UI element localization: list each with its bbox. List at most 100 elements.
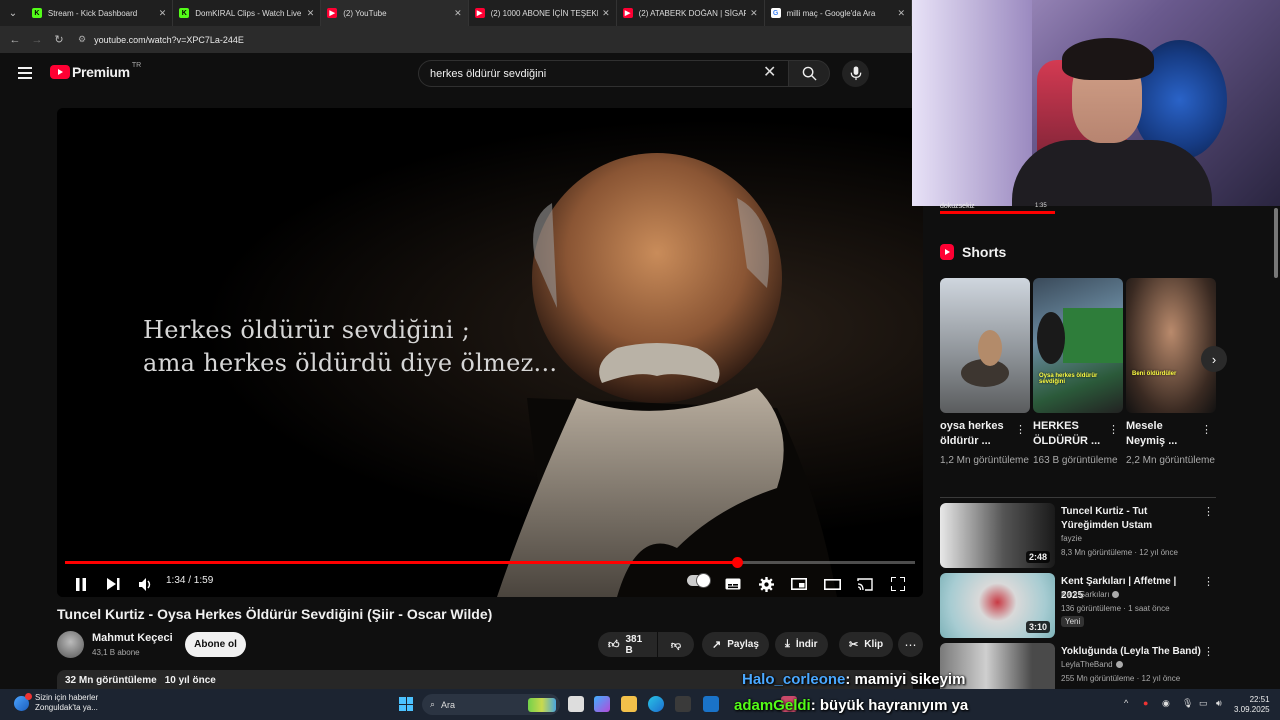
tab-search-menu-icon[interactable]: ⌄ (0, 0, 26, 26)
back-icon[interactable]: ← (4, 34, 26, 46)
chat-text: : mamiyi sikeyim (845, 671, 966, 688)
taskbar-search[interactable]: ⌕ Ara (422, 694, 560, 715)
outlook-icon[interactable] (703, 696, 719, 712)
volume-tray-icon[interactable]: 🔊︎ (1216, 698, 1222, 709)
close-icon[interactable]: ✕ (307, 8, 315, 19)
section-divider (940, 497, 1216, 498)
browser-tab[interactable]: ▶ (2) 1000 ABONE İÇİN TEŞEKKÜ ✕ (469, 0, 617, 26)
short-views: 2,2 Mn görüntüleme (1126, 455, 1215, 466)
theater-mode-button[interactable] (822, 572, 842, 596)
next-button[interactable] (103, 572, 123, 596)
more-vertical-icon[interactable]: ⋮ (1015, 423, 1026, 436)
close-icon[interactable]: ✕ (159, 8, 167, 19)
pause-button[interactable] (71, 572, 91, 596)
chat-text: : büyük hayranıyım ya (810, 697, 969, 714)
browser-tab[interactable]: Gmilli maç - Google'da Ara ✕ (765, 0, 912, 26)
volume-button[interactable] (135, 572, 157, 596)
quote-line-1: Herkes öldürür sevdiğini ; (143, 316, 471, 344)
autoplay-toggle[interactable] (687, 574, 710, 587)
channel-name[interactable]: Mahmut Keçeci (92, 632, 173, 644)
shorts-next-button[interactable]: › (1201, 346, 1227, 372)
network-icon[interactable]: ▭ (1199, 698, 1208, 709)
more-horizontal-icon: ⋯ (904, 637, 917, 652)
url-text: youtube.com/watch?v=XPC7La-244E (94, 34, 244, 45)
close-icon[interactable]: ✕ (897, 8, 905, 19)
settings-button[interactable] (756, 572, 776, 596)
thumbs-down-icon: 👎︎ (670, 639, 682, 651)
browser-tab-active[interactable]: ▶ (2) YouTube ✕ (321, 0, 469, 26)
google-icon: G (770, 8, 781, 18)
short-card[interactable]: oysa herkes öldürür ... 1,2 Mn görüntüle… (940, 278, 1030, 468)
like-button[interactable]: 👍︎ 381 B (598, 632, 657, 657)
fullscreen-button[interactable] (888, 572, 908, 596)
task-view-icon[interactable] (568, 696, 584, 712)
news-line-1: Sizin için haberler (35, 693, 99, 702)
kick-icon: K (179, 8, 190, 18)
subtitles-button[interactable] (723, 572, 743, 596)
browser-tab[interactable]: K DomKIRAL Clips - Watch Live o ✕ (173, 0, 322, 26)
more-vertical-icon[interactable]: ⋮ (1201, 423, 1212, 436)
close-icon[interactable]: ✕ (750, 8, 758, 19)
youtube-icon: ▶ (327, 8, 338, 18)
browser-tab[interactable]: K Stream - Kick Dashboard ✕ (26, 0, 174, 26)
forward-icon[interactable]: → (26, 34, 48, 46)
sidebar-scrollbar[interactable] (1272, 205, 1280, 280)
discord-tray-icon[interactable]: ◉ (1162, 698, 1170, 709)
reload-icon[interactable]: ↻ (48, 33, 70, 46)
related-strip-time: 1:35 (1035, 203, 1047, 209)
store-icon[interactable] (675, 696, 691, 712)
more-actions-button[interactable]: ⋯ (898, 632, 923, 657)
subscriber-count: 43,1 B abone (92, 648, 140, 657)
miniplayer-button[interactable] (789, 572, 809, 596)
tab-title: milli maç - Google'da Ara (786, 8, 876, 18)
related-video-strip[interactable]: dokuzsekiz 1:35 (940, 203, 1055, 215)
short-card[interactable]: Oysa herkes öldürür sevdiğini HERKES ÖLD… (1033, 278, 1123, 468)
site-info-icon[interactable]: ⚙ (78, 34, 86, 45)
recommended-video[interactable]: Yokluğunda (Leyla The Band) LeylaTheBand… (940, 643, 1216, 689)
start-button[interactable] (399, 697, 413, 711)
more-vertical-icon[interactable]: ⋮ (1108, 423, 1119, 436)
cast-button[interactable] (855, 572, 875, 596)
progress-bar[interactable] (65, 557, 915, 568)
channel-avatar[interactable] (57, 631, 84, 658)
download-label: İndir (795, 639, 818, 650)
subscribe-button[interactable]: Abone ol (185, 632, 246, 657)
tray-overflow-icon[interactable]: ^ (1124, 698, 1128, 708)
news-widget[interactable]: Sizin için haberler Zonguldak'ta ya... (14, 692, 99, 713)
file-explorer-icon[interactable] (621, 696, 637, 712)
youtube-logo[interactable]: Premium TR (50, 61, 142, 80)
voice-search-button[interactable] (842, 60, 869, 87)
logo-text: Premium (72, 64, 130, 80)
more-vertical-icon[interactable]: ⋮ (1203, 645, 1214, 658)
subtitles-icon (725, 578, 741, 590)
microphone-tray-icon[interactable]: 🎙︎ (1182, 698, 1193, 709)
copilot-icon[interactable] (594, 696, 610, 712)
webcam-overlay (912, 0, 1280, 206)
short-card[interactable]: Beni öldürdüler Mesele Neymiş ... 2,2 Mn… (1126, 278, 1216, 468)
dislike-button[interactable]: 👎︎ (658, 632, 694, 657)
search-icon: ⌕ (430, 699, 436, 709)
recommended-video[interactable]: 2:48 Tuncel Kurtiz - Tut Yüreğimden Usta… (940, 503, 1216, 569)
close-icon[interactable]: ✕ (602, 8, 610, 19)
fullscreen-icon (891, 577, 905, 591)
clear-search-icon[interactable]: ✕ (763, 65, 776, 81)
video-duration: 3:10 (1025, 621, 1050, 633)
video-player[interactable]: Herkes öldürür sevdiğini ; ama herkes öl… (57, 108, 923, 597)
more-vertical-icon[interactable]: ⋮ (1203, 575, 1214, 588)
recommended-video[interactable]: 3:10 Kent Şarkıları | Affetme | 2025 Ken… (940, 573, 1216, 639)
browser-tab[interactable]: ▶ (2) ATABERK DOĞAN | SİGARA ✕ (617, 0, 765, 26)
edge-icon[interactable] (648, 696, 664, 712)
download-button[interactable]: ⤓ İndir (775, 632, 828, 657)
more-vertical-icon[interactable]: ⋮ (1203, 505, 1214, 518)
country-code: TR (131, 61, 142, 69)
app-tray-icon[interactable]: ● (1143, 698, 1148, 708)
hamburger-menu-icon[interactable] (18, 67, 32, 79)
search-input[interactable]: herkes öldürür sevdiğini (418, 60, 790, 87)
scrubber-handle[interactable] (731, 557, 743, 568)
clip-button[interactable]: ✂ Klip (839, 632, 894, 657)
share-button[interactable]: ↗ Paylaş (702, 632, 769, 657)
taskbar-clock[interactable]: 22:51 3.09.2025 (1234, 695, 1270, 715)
url-field[interactable]: ⚙ youtube.com/watch?v=XPC7La-244E (78, 30, 244, 50)
close-icon[interactable]: ✕ (454, 8, 462, 19)
search-button[interactable] (788, 60, 830, 87)
